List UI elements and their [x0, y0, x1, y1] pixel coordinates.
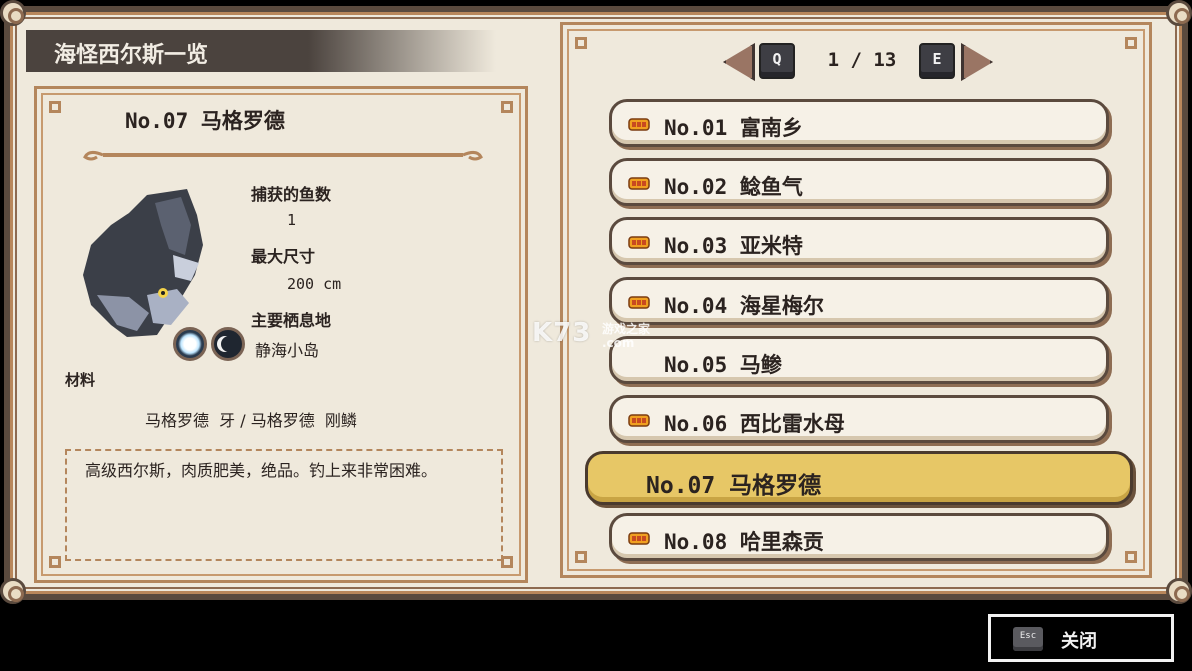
night-habitat-icon — [211, 327, 245, 361]
list-item[interactable]: No.01 富南乡 — [609, 99, 1109, 147]
max-size-label: 最大尺寸 — [251, 247, 316, 266]
card-corner-decoration — [49, 101, 61, 113]
crown-icon — [628, 236, 650, 250]
sea-monster-sprite — [83, 189, 203, 337]
list-item-label: No.01 富南乡 — [664, 116, 803, 140]
habitat-value: 静海小岛 — [255, 341, 320, 360]
watermark-domain: .com — [602, 336, 635, 350]
watermark-subtitle: 游戏之家 — [602, 322, 651, 336]
list-item[interactable]: No.04 海星梅尔 — [609, 276, 1109, 325]
panel-corner-decoration — [1125, 551, 1137, 563]
esc-key-icon: Esc — [1013, 627, 1043, 651]
crown-icon — [628, 177, 650, 190]
habitat-label: 主要栖息地 — [251, 311, 332, 330]
crown-icon — [628, 532, 650, 546]
list-item-label: No.08 哈里森贡 — [664, 530, 824, 555]
list-item-label: No.03 亚米特 — [664, 234, 803, 259]
corner-ornament — [0, 578, 26, 604]
next-page-key[interactable]: E — [919, 43, 955, 79]
description-text: 高级西尔斯，肉质肥美，绝品。钓上来非常困难。 — [85, 461, 438, 480]
corner-ornament — [1166, 578, 1192, 604]
list-item[interactable]: No.08 哈里森贡 — [609, 513, 1109, 562]
page-title: 海怪西尔斯一览 — [26, 30, 496, 72]
list-item-label: No.04 海星梅尔 — [664, 293, 824, 318]
panel-corner-decoration — [575, 37, 587, 49]
prev-page-arrow-icon[interactable] — [723, 43, 755, 81]
description-box: 高级西尔斯，肉质肥美，绝品。钓上来非常困难。 — [65, 449, 503, 561]
list-item-label: No.06 西比雷水母 — [664, 412, 845, 436]
game-screen: 海怪西尔斯一览 No.07 马格罗德 捕获的鱼数 1 最大尺寸 200 cm 主… — [0, 0, 1192, 671]
list-item-label: No.02 鲶鱼气 — [664, 175, 803, 200]
corner-ornament — [0, 0, 26, 26]
page-navigator: Q 1 / 13 E — [723, 43, 993, 81]
close-button[interactable]: Esc 关闭 — [988, 614, 1174, 662]
crown-icon — [628, 295, 650, 309]
monster-list-panel: Q 1 / 13 E No.01 富南乡 No.02 鲶鱼气 No.03 亚米特 No… — [560, 22, 1152, 578]
list-item-label: No.05 马鲹 — [664, 352, 782, 377]
next-page-arrow-icon[interactable] — [961, 43, 993, 81]
corner-ornament — [1166, 0, 1192, 26]
page-indicator: 1 / 13 — [827, 49, 897, 71]
materials-label: 材料 — [65, 371, 96, 389]
watermark-brand: K73 — [532, 318, 592, 348]
crown-icon — [628, 414, 650, 427]
card-corner-decoration — [49, 556, 61, 568]
list-item[interactable]: No.06 西比雷水母 — [609, 395, 1109, 443]
crown-icon — [628, 118, 650, 131]
materials-list: 马格罗德 牙 / 马格罗德 刚鳞 — [145, 411, 357, 430]
list-item[interactable]: No.05 马鲹 — [609, 335, 1109, 384]
prev-page-key[interactable]: Q — [759, 43, 795, 79]
close-button-label: 关闭 — [1061, 631, 1097, 652]
list-item[interactable]: No.03 亚米特 — [609, 217, 1109, 266]
fish-name: No.07 马格罗德 — [125, 109, 285, 133]
list-item[interactable]: No.02 鲶鱼气 — [609, 158, 1109, 207]
panel-corner-decoration — [575, 551, 587, 563]
list-item-selected[interactable]: No.07 马格罗德 — [585, 451, 1133, 506]
caught-count-value: 1 — [287, 211, 297, 229]
day-habitat-icon — [173, 327, 207, 361]
watermark-logo: K73 游戏之家 .com — [532, 318, 650, 350]
panel-corner-decoration — [1125, 37, 1137, 49]
list-item-label: No.07 马格罗德 — [646, 473, 822, 500]
caught-count-label: 捕获的鱼数 — [251, 185, 332, 204]
card-corner-decoration — [501, 101, 513, 113]
detail-card: No.07 马格罗德 捕获的鱼数 1 最大尺寸 200 cm 主要栖息地 静海小… — [34, 86, 528, 583]
ornate-divider — [83, 150, 483, 161]
max-size-value: 200 cm — [287, 275, 342, 293]
